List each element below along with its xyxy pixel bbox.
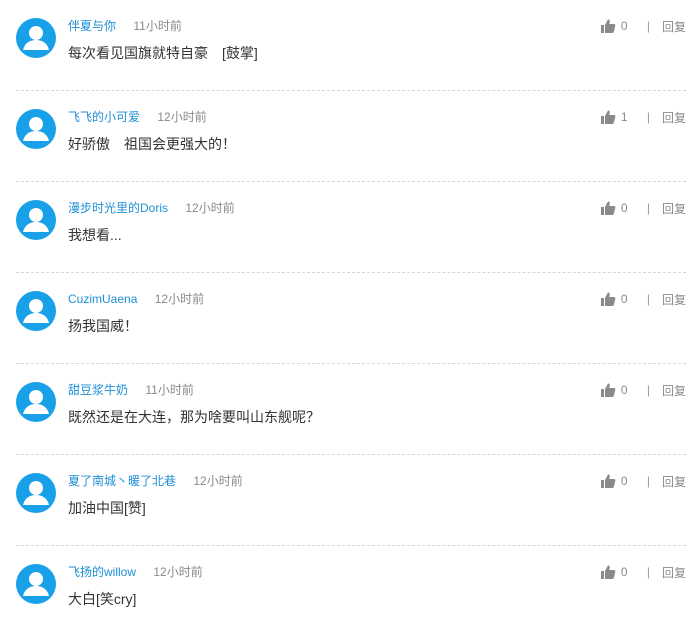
username-link[interactable]: 甜豆浆牛奶 — [68, 383, 128, 397]
comment-item: 飞扬的willow 12小时前 大白[笑cry] 0 | 回复 — [16, 546, 686, 637]
user-avatar-icon[interactable] — [16, 109, 56, 149]
action-separator: | — [646, 565, 650, 579]
comment-actions: 0 | 回复 — [600, 564, 686, 580]
comment-item: 夏了南城丶暖了北巷 12小时前 加油中国[赞] 0 | 回复 — [16, 455, 686, 546]
like-count: 0 — [620, 292, 628, 306]
like-count: 0 — [620, 201, 628, 215]
action-separator: | — [646, 383, 650, 397]
action-separator: | — [646, 292, 650, 306]
like-count: 0 — [620, 383, 628, 397]
reply-button[interactable]: 回复 — [662, 564, 686, 581]
timestamp: 12小时前 — [157, 110, 207, 124]
reply-button[interactable]: 回复 — [662, 18, 686, 35]
action-separator: | — [646, 201, 650, 215]
like-count: 1 — [620, 110, 628, 124]
thumbs-up-icon — [600, 565, 616, 579]
comment-item: 飞飞的小可爱 12小时前 好骄傲 祖国会更强大的！ 1 | 回复 — [16, 91, 686, 182]
like-button[interactable]: 0 — [600, 473, 631, 489]
comment-text: 好骄傲 祖国会更强大的！ — [68, 136, 236, 152]
thumbs-up-icon — [600, 292, 616, 306]
like-count: 0 — [620, 474, 628, 488]
timestamp: 11小时前 — [133, 19, 182, 33]
user-avatar-icon[interactable] — [16, 291, 56, 331]
comment-actions: 1 | 回复 — [600, 109, 686, 125]
comment-text: 大白[笑cry] — [68, 591, 137, 607]
username-link[interactable]: 漫步时光里的Doris — [68, 201, 168, 215]
comment-meta: 飞飞的小可爱 12小时前 — [68, 109, 207, 125]
reply-button[interactable]: 回复 — [662, 291, 686, 308]
comment-meta: 甜豆浆牛奶 11小时前 — [68, 382, 194, 398]
reply-button[interactable]: 回复 — [662, 382, 686, 399]
comment-meta: 飞扬的willow 12小时前 — [68, 564, 203, 580]
comment-actions: 0 | 回复 — [600, 200, 686, 216]
comment-meta: 伴夏与你 11小时前 — [68, 18, 182, 34]
thumbs-up-icon — [600, 201, 616, 215]
like-button[interactable]: 0 — [600, 382, 631, 398]
timestamp: 11小时前 — [145, 383, 194, 397]
action-separator: | — [646, 474, 650, 488]
action-separator: | — [646, 19, 650, 33]
username-link[interactable]: 夏了南城丶暖了北巷 — [68, 474, 176, 488]
comment-item: 甜豆浆牛奶 11小时前 既然还是在大连，那为啥要叫山东舰呢？ 0 | 回复 — [16, 364, 686, 455]
username-link[interactable]: CuzimUaena — [68, 292, 137, 306]
like-button[interactable]: 0 — [600, 18, 631, 34]
comment-list: 伴夏与你 11小时前 每次看见国旗就特自豪 [鼓掌] 0 | 回复 飞飞的小可爱… — [0, 0, 700, 637]
timestamp: 12小时前 — [154, 292, 205, 306]
like-button[interactable]: 0 — [600, 200, 631, 216]
timestamp: 12小时前 — [193, 474, 243, 488]
like-button[interactable]: 0 — [600, 291, 631, 307]
comment-meta: CuzimUaena 12小时前 — [68, 291, 204, 307]
comment-item: 伴夏与你 11小时前 每次看见国旗就特自豪 [鼓掌] 0 | 回复 — [16, 0, 686, 91]
user-avatar-icon[interactable] — [16, 18, 56, 58]
like-button[interactable]: 0 — [600, 564, 631, 580]
user-avatar-icon[interactable] — [16, 200, 56, 240]
comment-text: 我想看... — [68, 227, 122, 243]
username-link[interactable]: 伴夏与你 — [68, 19, 116, 33]
comment-actions: 0 | 回复 — [600, 18, 686, 34]
timestamp: 12小时前 — [153, 565, 203, 579]
comment-actions: 0 | 回复 — [600, 291, 686, 307]
user-avatar-icon[interactable] — [16, 382, 56, 422]
username-link[interactable]: 飞飞的小可爱 — [68, 110, 140, 124]
comment-text: 既然还是在大连，那为啥要叫山东舰呢？ — [68, 409, 320, 425]
like-button[interactable]: 1 — [600, 109, 631, 125]
reply-button[interactable]: 回复 — [662, 473, 686, 490]
thumbs-up-icon — [600, 474, 616, 488]
like-count: 0 — [620, 565, 628, 579]
timestamp: 12小时前 — [185, 201, 235, 215]
comment-item: CuzimUaena 12小时前 扬我国威！ 0 | 回复 — [16, 273, 686, 364]
thumbs-up-icon — [600, 19, 616, 33]
username-link[interactable]: 飞扬的willow — [68, 565, 136, 579]
reply-button[interactable]: 回复 — [662, 109, 686, 126]
comment-meta: 漫步时光里的Doris 12小时前 — [68, 200, 235, 216]
like-count: 0 — [620, 19, 628, 33]
thumbs-up-icon — [600, 383, 616, 397]
comment-text: 每次看见国旗就特自豪 [鼓掌] — [68, 45, 258, 61]
thumbs-up-icon — [600, 110, 616, 124]
reply-button[interactable]: 回复 — [662, 200, 686, 217]
comment-actions: 0 | 回复 — [600, 382, 686, 398]
comment-actions: 0 | 回复 — [600, 473, 686, 489]
user-avatar-icon[interactable] — [16, 473, 56, 513]
comment-meta: 夏了南城丶暖了北巷 12小时前 — [68, 473, 243, 489]
comment-text: 加油中国[赞] — [68, 500, 146, 516]
user-avatar-icon[interactable] — [16, 564, 56, 604]
comment-text: 扬我国威！ — [68, 318, 138, 334]
comment-item: 漫步时光里的Doris 12小时前 我想看... 0 | 回复 — [16, 182, 686, 273]
action-separator: | — [646, 110, 650, 124]
